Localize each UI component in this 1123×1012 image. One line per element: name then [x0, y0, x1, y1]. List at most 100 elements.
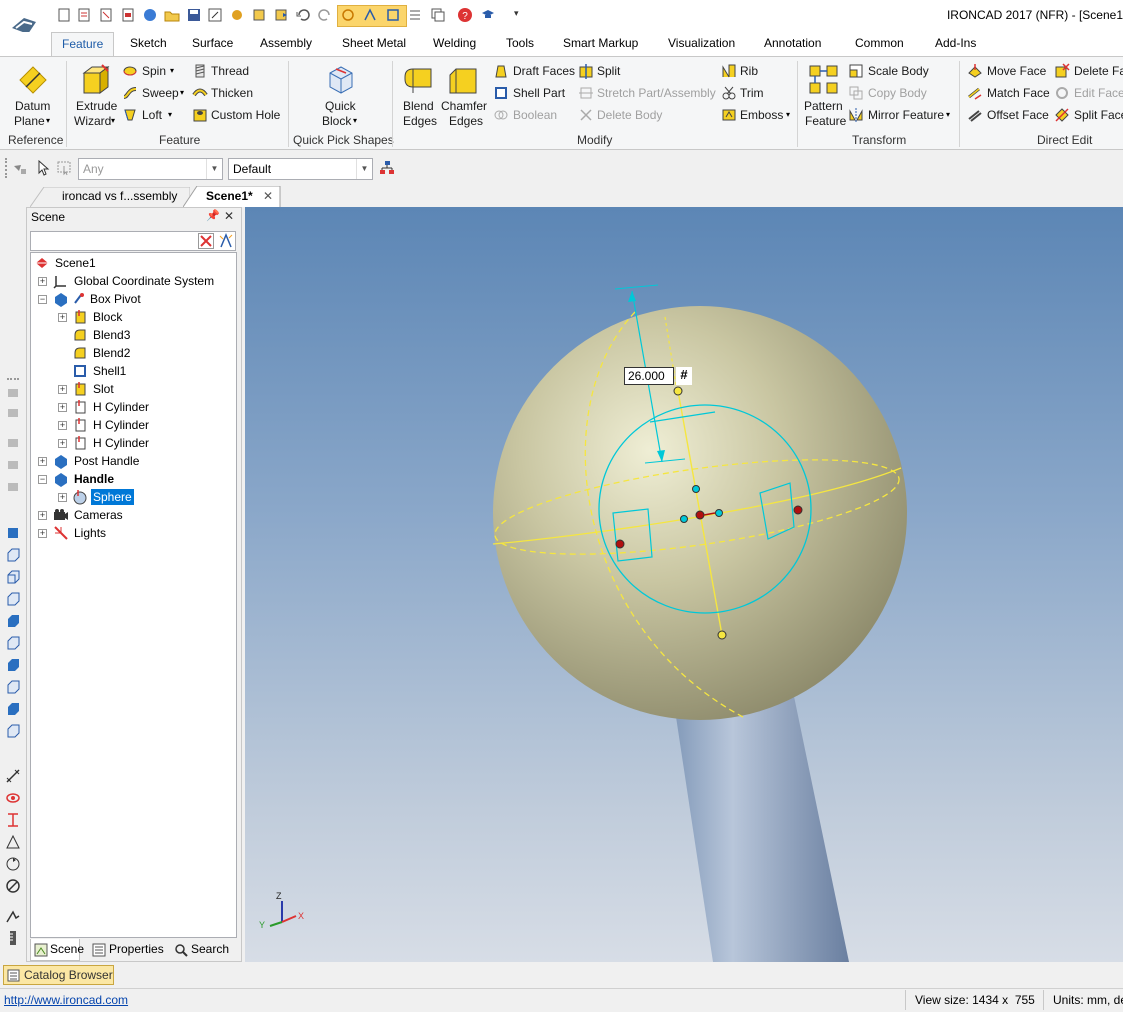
rib-label[interactable]: Rib	[740, 64, 758, 78]
chamfer-edges-icon[interactable]	[446, 63, 480, 97]
thread-icon[interactable]	[192, 63, 208, 79]
anchor-point[interactable]	[793, 505, 803, 515]
doc-tab-assembly[interactable]: ironcad vs f...ssembly	[54, 187, 185, 207]
match-face-icon[interactable]	[967, 85, 983, 101]
new-icon[interactable]	[56, 7, 72, 23]
top-view-icon[interactable]	[5, 613, 21, 629]
blend-edges-label-1[interactable]: Blend	[403, 99, 434, 113]
bottom-view-icon[interactable]	[5, 635, 21, 651]
pattern-feature-icon[interactable]	[807, 63, 841, 97]
triball-handle[interactable]	[692, 485, 700, 493]
chamfer-edges-label-2[interactable]: Edges	[449, 114, 483, 128]
tab-visualization[interactable]: Visualization	[668, 36, 735, 50]
save-icon[interactable]	[186, 7, 202, 23]
tree-item-sphere[interactable]: Sphere	[91, 489, 134, 505]
size-handle-top[interactable]	[673, 386, 683, 396]
iso-view-icon[interactable]	[5, 701, 21, 717]
doc-tab-scene1[interactable]: Scene1*	[198, 187, 261, 207]
iso-view-icon[interactable]	[5, 723, 21, 739]
front-view-icon[interactable]	[5, 525, 21, 541]
look-at-icon[interactable]	[5, 790, 21, 806]
offset-face-label[interactable]: Offset Face	[987, 108, 1049, 122]
tree-item-scene1[interactable]: Scene1	[55, 255, 96, 271]
anchor-point[interactable]	[695, 510, 705, 520]
tab-feature[interactable]: Feature	[51, 32, 115, 57]
datum-plane-icon[interactable]	[18, 65, 48, 95]
hierarchy-icon[interactable]	[379, 160, 395, 176]
tab-assembly[interactable]: Assembly	[260, 36, 312, 50]
perspective-icon[interactable]	[5, 834, 21, 850]
style-dropdown[interactable]: Default ▼	[228, 158, 373, 180]
pattern-feature-label-2[interactable]: Feature	[805, 114, 846, 128]
pattern-feature-label-1[interactable]: Pattern	[804, 99, 843, 113]
toolbar-grip[interactable]	[7, 378, 19, 381]
tab-common[interactable]: Common	[855, 36, 904, 50]
expand-toggle[interactable]: +	[38, 529, 47, 538]
annotate-icon[interactable]	[5, 908, 21, 924]
expand-toggle[interactable]: +	[58, 493, 67, 502]
new-part-icon[interactable]	[120, 7, 136, 23]
measure-icon[interactable]	[5, 768, 21, 784]
insert-icon[interactable]	[251, 7, 267, 23]
list-icon[interactable]	[407, 7, 423, 23]
scale-body-label[interactable]: Scale Body	[868, 64, 929, 78]
tab-tools[interactable]: Tools	[506, 36, 534, 50]
help-icon[interactable]: ?	[457, 7, 473, 23]
left-view-icon[interactable]	[5, 569, 21, 585]
split-label[interactable]: Split	[597, 64, 620, 78]
extrude-label-1[interactable]: Extrude	[76, 99, 117, 113]
tab-add-ins[interactable]: Add-Ins	[935, 36, 976, 50]
tree-item-post-handle[interactable]: Post Handle	[74, 453, 139, 469]
select-filter-icon[interactable]	[12, 160, 28, 176]
spin-label[interactable]: Spin	[142, 64, 166, 78]
open-icon[interactable]	[164, 7, 180, 23]
dimension-lock-button[interactable]: #	[676, 367, 692, 385]
quick-block-icon[interactable]	[326, 63, 356, 97]
interference-icon[interactable]	[385, 7, 401, 23]
tab-scene[interactable]: Scene	[50, 942, 84, 956]
cursor-arrow-icon[interactable]	[36, 160, 52, 176]
view-icon[interactable]	[5, 405, 21, 421]
chamfer-edges-label-1[interactable]: Chamfer	[441, 99, 487, 113]
close-tab-icon[interactable]: ✕	[263, 189, 273, 203]
match-face-label[interactable]: Match Face	[987, 86, 1050, 100]
expand-toggle[interactable]: +	[58, 403, 67, 412]
3d-viewport[interactable]: 26.000 # Z X Y	[245, 207, 1123, 962]
tutorial-icon[interactable]	[480, 7, 496, 23]
tree-item-handle[interactable]: Handle	[74, 471, 114, 487]
draft-faces-label[interactable]: Draft Faces	[513, 64, 575, 78]
filter-options-icon[interactable]	[218, 233, 234, 249]
iso-view-icon[interactable]	[5, 657, 21, 673]
tab-sketch[interactable]: Sketch	[130, 36, 167, 50]
collapse-toggle[interactable]: −	[38, 295, 47, 304]
tree-item-global-coordinate-system[interactable]: Global Coordinate System	[74, 273, 214, 289]
custom-hole-label[interactable]: Custom Hole	[211, 108, 280, 122]
offset-face-icon[interactable]	[967, 107, 983, 123]
expand-toggle[interactable]: +	[38, 511, 47, 520]
back-view-icon[interactable]	[5, 547, 21, 563]
tab-search[interactable]: Search	[191, 942, 229, 956]
tree-item-h-cylinder[interactable]: H Cylinder	[93, 417, 149, 433]
tree-item-lights[interactable]: Lights	[74, 525, 106, 541]
rotate-icon[interactable]	[5, 856, 21, 872]
trim-label[interactable]: Trim	[740, 86, 764, 100]
custom-hole-icon[interactable]	[192, 107, 208, 123]
delete-face-icon[interactable]	[1054, 63, 1070, 79]
tree-item-shell1[interactable]: Shell1	[93, 363, 126, 379]
tab-properties[interactable]: Properties	[109, 942, 164, 956]
datum-plane-label-2[interactable]: Plane	[14, 114, 45, 128]
blend-edges-label-2[interactable]: Edges	[403, 114, 437, 128]
loft-label[interactable]: Loft	[142, 108, 162, 122]
view-icon[interactable]	[5, 479, 21, 495]
shell-part-label[interactable]: Shell Part	[513, 86, 565, 100]
scale-body-icon[interactable]	[848, 63, 864, 79]
fit-view-icon[interactable]	[5, 812, 21, 828]
expand-toggle[interactable]: +	[58, 439, 67, 448]
view-icon[interactable]	[5, 435, 21, 451]
iso-view-icon[interactable]	[5, 679, 21, 695]
triball-icon[interactable]	[340, 7, 356, 23]
tree-item-blend2[interactable]: Blend2	[93, 345, 130, 361]
tab-smart-markup[interactable]: Smart Markup	[563, 36, 638, 50]
undo-icon[interactable]	[295, 7, 311, 23]
datum-plane-label-1[interactable]: Datum	[15, 99, 50, 113]
